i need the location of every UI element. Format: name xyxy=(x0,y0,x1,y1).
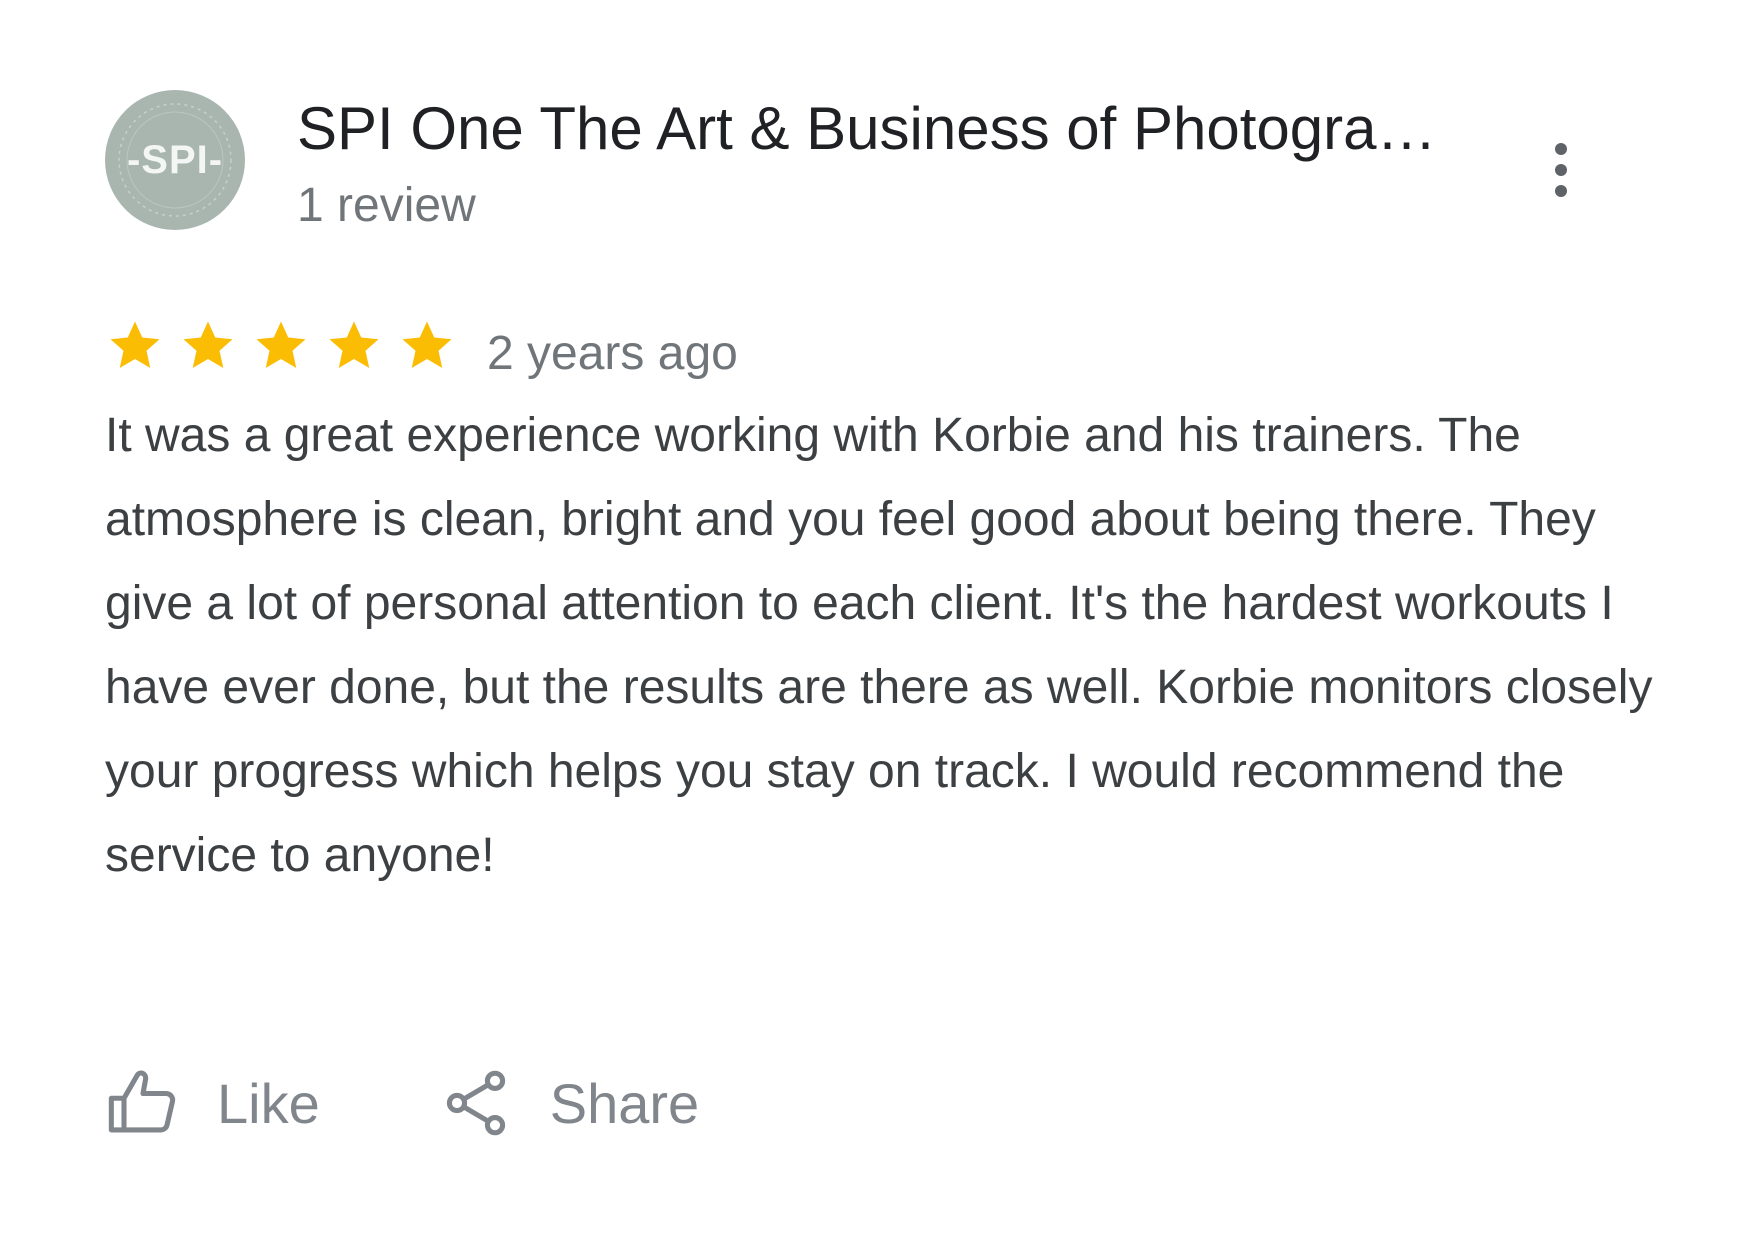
share-label: Share xyxy=(549,1071,700,1135)
more-options-button[interactable] xyxy=(1535,130,1587,210)
like-button[interactable]: Like xyxy=(105,1065,320,1141)
star-icon xyxy=(329,321,379,368)
star-icon xyxy=(110,321,160,368)
reviewer-name[interactable]: SPI One The Art & Business of Photograp.… xyxy=(297,94,1457,164)
like-label: Like xyxy=(217,1071,320,1135)
share-icon xyxy=(446,1070,505,1136)
star-icon xyxy=(256,321,306,368)
review-card: -SPI- SPI One The Art & Business of Phot… xyxy=(0,0,1747,1240)
more-vert-icon-dot xyxy=(1555,185,1567,197)
review-text: It was a great experience working with K… xyxy=(105,409,1653,882)
reviewer-review-count[interactable]: 1 review xyxy=(297,178,476,234)
avatar[interactable]: -SPI- xyxy=(105,90,245,230)
star-rating xyxy=(105,316,457,376)
rating-row: 2 years ago xyxy=(105,310,738,382)
star-icon xyxy=(402,321,452,368)
review-actions: Like Share xyxy=(105,1065,699,1141)
review-time: 2 years ago xyxy=(487,326,738,380)
thumb-up-icon xyxy=(108,1070,176,1133)
avatar-logo-text: -SPI- xyxy=(126,137,224,182)
review-header: -SPI- SPI One The Art & Business of Phot… xyxy=(105,90,1665,232)
more-vert-icon xyxy=(1555,143,1567,155)
share-button[interactable]: Share xyxy=(438,1065,699,1141)
more-vert-icon-dot xyxy=(1555,164,1567,176)
star-icon xyxy=(183,321,233,368)
